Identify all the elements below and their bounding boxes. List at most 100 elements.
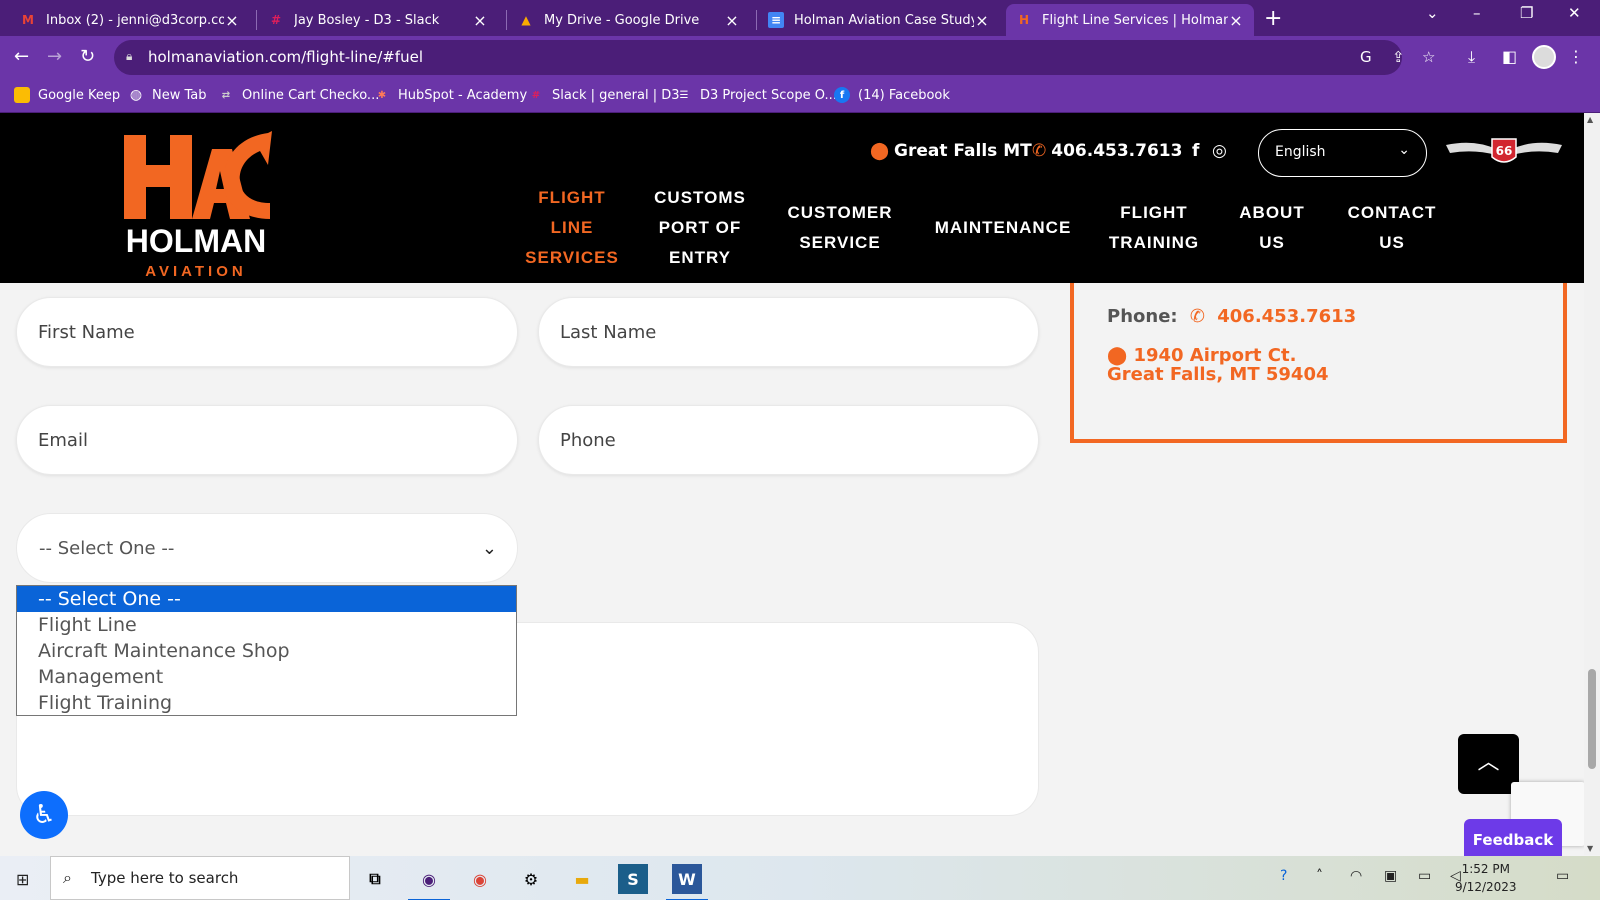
dropdown-option[interactable]: -- Select One -- xyxy=(17,586,516,612)
dropdown-option[interactable]: Flight Training xyxy=(17,690,516,716)
nav-label: US xyxy=(1379,233,1405,252)
close-icon[interactable]: × xyxy=(472,11,488,30)
tab-holman[interactable]: H Flight Line Services | Holman Avi × xyxy=(1006,4,1254,36)
nav-maintenance[interactable]: MAINTENANCE xyxy=(930,213,1076,243)
forward-icon[interactable]: → xyxy=(47,46,62,67)
network-icon[interactable]: ◠ xyxy=(1350,868,1362,884)
settings-gear-icon[interactable]: ⚙ xyxy=(516,864,546,894)
close-icon[interactable]: × xyxy=(974,11,990,30)
windows-start-icon[interactable]: ⊞ xyxy=(16,870,29,889)
google-icon[interactable]: G xyxy=(1360,48,1372,66)
profile-avatar[interactable] xyxy=(1532,45,1556,69)
taskbar-search[interactable]: ⌕ Type here to search xyxy=(50,856,350,900)
department-select[interactable]: -- Select One -- ⌄ xyxy=(16,513,518,583)
tab-docs[interactable]: ≡ Holman Aviation Case Study - Go × xyxy=(758,4,1000,36)
tab-drive[interactable]: ▲ My Drive - Google Drive × xyxy=(508,4,750,36)
bookmark-item[interactable]: Google Keep xyxy=(14,87,120,103)
map-pin-icon: ⬤ xyxy=(1107,345,1128,366)
contact-phone-link[interactable]: 406.453.7613 xyxy=(1217,306,1356,327)
nav-flight-training[interactable]: FLIGHT TRAINING xyxy=(1104,198,1204,258)
word-icon[interactable]: W xyxy=(666,864,708,900)
nav-label: ENTRY xyxy=(669,248,731,267)
email-field[interactable]: Email xyxy=(16,405,518,475)
help-icon[interactable]: ? xyxy=(1280,868,1287,884)
chrome-icon[interactable]: ◉ xyxy=(465,864,495,894)
menu-icon[interactable]: ⋮ xyxy=(1568,47,1584,66)
bookmarks-bar: Google Keep ◍ New Tab ⇄ Online Cart Chec… xyxy=(0,79,1600,113)
email-placeholder: Email xyxy=(38,430,88,451)
location-text: Great Falls MT xyxy=(894,141,1032,161)
bookmark-label: Google Keep xyxy=(38,87,121,103)
bookmark-item[interactable]: f (14) Facebook xyxy=(834,87,950,103)
back-icon[interactable]: ← xyxy=(14,46,29,67)
tab-search-icon[interactable]: ⌄ xyxy=(1426,4,1439,22)
tab-label: Jay Bosley - D3 - Slack xyxy=(294,12,440,28)
holman-logo[interactable]: HOLMAN AVIATION xyxy=(118,129,274,280)
last-name-placeholder: Last Name xyxy=(560,322,657,343)
nav-contact-us[interactable]: CONTACT US xyxy=(1344,198,1440,258)
accessibility-icon: ♿︎ xyxy=(32,800,56,830)
restore-button[interactable]: ❐ xyxy=(1520,4,1533,22)
bookmark-star-icon[interactable]: ☆ xyxy=(1422,48,1435,66)
system-clock[interactable]: 1:52 PM 9/12/2023 xyxy=(1455,860,1517,896)
last-name-field[interactable]: Last Name xyxy=(538,297,1039,367)
contact-address[interactable]: ⬤ 1940 Airport Ct. Great Falls, MT 59404 xyxy=(1107,346,1329,384)
task-view-icon[interactable]: ⧉ xyxy=(360,864,390,894)
phone-field[interactable]: Phone xyxy=(538,405,1039,475)
dropdown-option[interactable]: Flight Line xyxy=(17,612,516,638)
nav-customs-port-of-entry[interactable]: CUSTOMS PORT OF ENTRY xyxy=(648,183,752,273)
chevron-up-icon[interactable]: ˄ xyxy=(1316,868,1323,884)
scroll-down-icon[interactable]: ▼ xyxy=(1587,844,1593,853)
scrollbar-thumb[interactable] xyxy=(1588,669,1596,769)
url-text[interactable]: holmanaviation.com/flight-line/#fuel xyxy=(148,48,423,66)
battery-icon[interactable]: ▭ xyxy=(1418,868,1431,884)
nav-flight-line-services[interactable]: FLIGHT LINE SERVICES xyxy=(520,183,624,273)
dropdown-option[interactable]: Aircraft Maintenance Shop xyxy=(17,638,516,664)
share-icon[interactable]: ⇪ xyxy=(1392,48,1405,66)
bookmark-item[interactable]: ◍ New Tab xyxy=(128,87,207,103)
dropdown-option[interactable]: Management xyxy=(17,664,516,690)
nav-label: LINE xyxy=(550,218,594,237)
facebook-icon[interactable]: f xyxy=(1192,141,1199,161)
page-scrollbar[interactable]: ▲ ▼ xyxy=(1584,113,1600,855)
scroll-to-top-button[interactable]: ︿ xyxy=(1458,734,1519,794)
minimize-button[interactable]: – xyxy=(1473,4,1481,22)
tab-slack[interactable]: # Jay Bosley - D3 - Slack × xyxy=(258,4,498,36)
location-link[interactable]: ⬤ Great Falls MT xyxy=(870,141,1032,161)
app-s-icon[interactable]: S xyxy=(618,864,648,894)
download-icon[interactable]: ⤓ xyxy=(1468,47,1475,67)
sidepanel-icon[interactable]: ◧ xyxy=(1502,47,1517,66)
close-icon[interactable]: × xyxy=(724,11,740,30)
bookmark-item[interactable]: ☰ D3 Project Scope O... xyxy=(676,87,837,103)
instagram-icon[interactable]: ◎ xyxy=(1212,141,1227,161)
bookmark-item[interactable]: ⇄ Online Cart Checko... xyxy=(218,87,380,103)
phone-placeholder: Phone xyxy=(560,430,616,451)
accessibility-button[interactable]: ♿︎ xyxy=(20,791,68,839)
tab-gmail[interactable]: M Inbox (2) - jenni@d3corp.com - D × xyxy=(10,4,250,36)
phone-label: Phone: xyxy=(1107,306,1178,327)
meet-icon[interactable]: ▣ xyxy=(1384,868,1397,884)
windows-taskbar: ⊞ ⌕ Type here to search ⧉ ◉ ◉ ⚙ ▬ S W ? … xyxy=(0,856,1600,900)
nav-label: CONTACT xyxy=(1347,203,1437,222)
chrome-profile-icon[interactable]: ◉ xyxy=(408,864,450,900)
phone-icon: ✆ xyxy=(1189,306,1205,327)
close-icon[interactable]: × xyxy=(224,11,240,30)
scroll-up-icon[interactable]: ▲ xyxy=(1587,115,1593,124)
feedback-button[interactable]: Feedback xyxy=(1464,819,1562,861)
close-icon[interactable]: × xyxy=(1228,11,1244,30)
bookmark-item[interactable]: # Slack | general | D3 xyxy=(528,87,680,103)
tab-separator xyxy=(256,10,257,30)
nav-customer-service[interactable]: CUSTOMER SERVICE xyxy=(780,198,900,258)
facebook-icon: f xyxy=(834,87,850,103)
new-tab-button[interactable]: + xyxy=(1264,6,1282,31)
reload-icon[interactable]: ↻ xyxy=(80,46,95,67)
language-select[interactable]: English ⌄ xyxy=(1258,129,1427,177)
first-name-field[interactable]: First Name xyxy=(16,297,518,367)
file-explorer-icon[interactable]: ▬ xyxy=(567,864,597,894)
nav-about-us[interactable]: ABOUT US xyxy=(1234,198,1310,258)
header-phone-link[interactable]: ✆ 406.453.7613 xyxy=(1032,141,1182,161)
url-bar[interactable]: 🔒︎ holmanaviation.com/flight-line/#fuel … xyxy=(114,40,1435,75)
notifications-icon[interactable]: ▭ xyxy=(1556,868,1569,884)
window-close-button[interactable]: ✕ xyxy=(1568,4,1581,22)
bookmark-item[interactable]: ✱ HubSpot - Academy xyxy=(374,87,527,103)
